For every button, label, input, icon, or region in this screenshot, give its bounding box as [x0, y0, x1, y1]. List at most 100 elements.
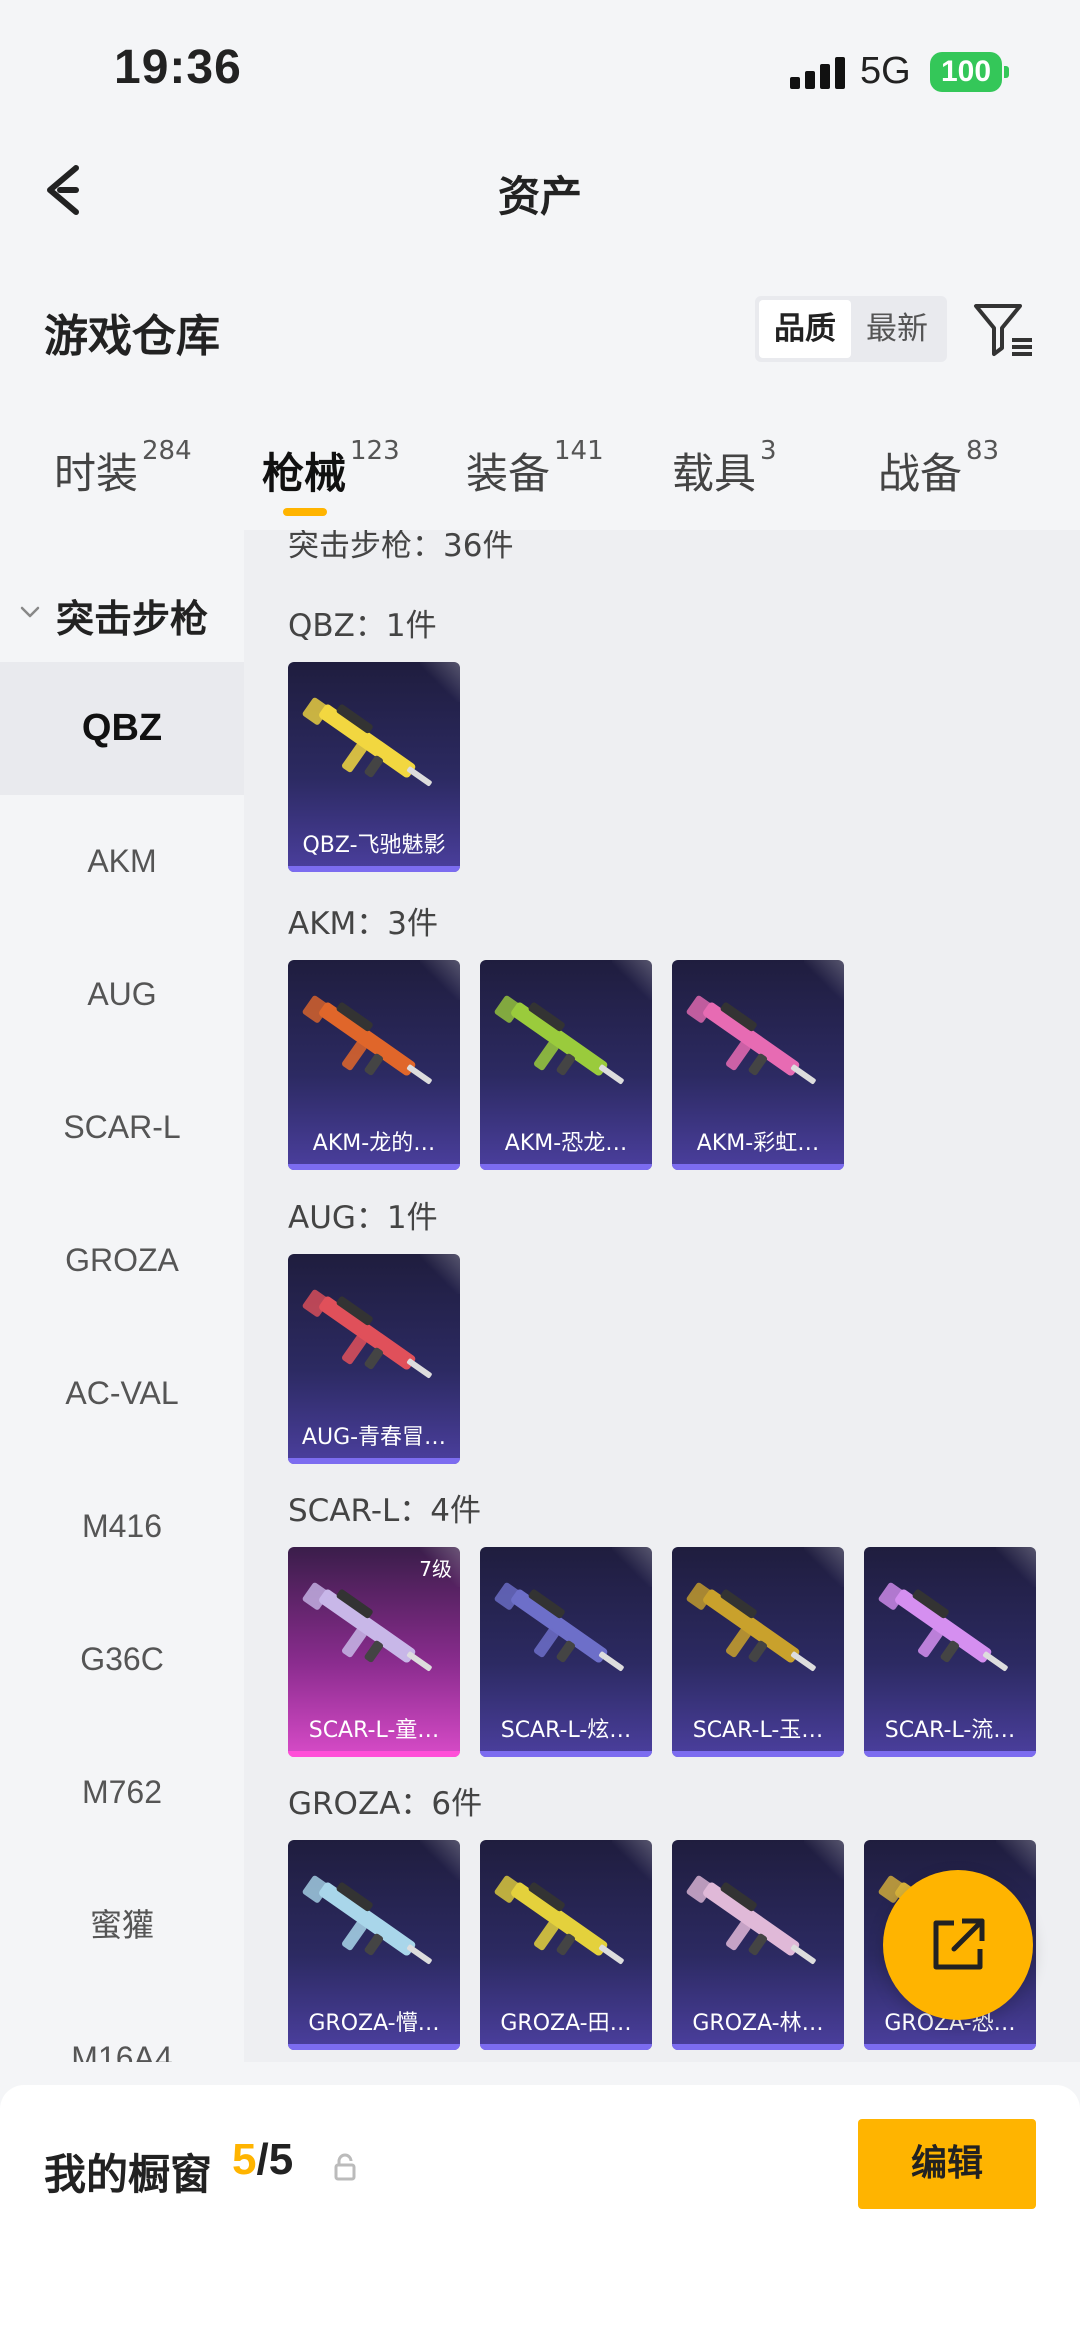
rarity-bar: [288, 1751, 460, 1757]
tab-count: 3: [760, 436, 777, 466]
tab-count: 83: [966, 436, 1000, 466]
sidebar-item-honey-badger[interactable]: 蜜獾: [0, 1859, 244, 1992]
edit-button[interactable]: 编辑: [858, 2119, 1036, 2209]
sort-quality[interactable]: 品质: [759, 300, 851, 358]
gun-icon: [494, 1875, 624, 1965]
weapon-card[interactable]: GROZA-懵…: [288, 1840, 460, 2050]
sidebar-item-groza[interactable]: GROZA: [0, 1194, 244, 1327]
gun-icon: [686, 1875, 816, 1965]
gun-icon: [302, 1582, 432, 1672]
showcase-total: /5: [256, 2135, 294, 2184]
gun-icon: [494, 995, 624, 1085]
weapon-card[interactable]: SCAR-L-炫…: [480, 1547, 652, 1757]
gun-icon: [494, 1582, 624, 1672]
signal-icon: [790, 57, 846, 89]
share-button[interactable]: [883, 1870, 1033, 2020]
weapon-card[interactable]: GROZA-田…: [480, 1840, 652, 2050]
sidebar-item-scar-l[interactable]: SCAR-L: [0, 1061, 244, 1194]
tab-label: 载具: [672, 449, 757, 498]
weapon-card[interactable]: QBZ-飞驰魅影: [288, 662, 460, 872]
rarity-bar: [864, 1751, 1036, 1757]
lock-icon: [334, 2153, 356, 2181]
sidebar-group-assault-rifles[interactable]: 突击步枪: [0, 570, 244, 670]
sidebar-group-label: 突击步枪: [56, 597, 209, 641]
weapon-card[interactable]: AUG-青春冒…: [288, 1254, 460, 1464]
weapon-sidebar: 突击步枪 QBZ AKM AUG SCAR-L GROZA AC-VAL M41…: [0, 530, 244, 2062]
gun-icon: [686, 1582, 816, 1672]
tab-count: 123: [350, 436, 400, 466]
battery-icon: 100: [930, 52, 1002, 92]
sidebar-item-akm[interactable]: AKM: [0, 795, 244, 928]
tab-supplies[interactable]: 战备 83: [878, 436, 999, 501]
rarity-bar: [672, 2044, 844, 2050]
showcase-count: 5/5: [232, 2135, 293, 2185]
weapon-name: AKM-恐龙…: [504, 1131, 628, 1156]
tab-label: 战备: [878, 449, 963, 498]
weapon-card[interactable]: AKM-龙的…: [288, 960, 460, 1170]
weapon-card[interactable]: AKM-彩虹…: [672, 960, 844, 1170]
weapon-content: 突击步枪：36件 QBZ：1件 QBZ-飞驰魅影 AKM：3件 AKM-龙的… AKM-…: [244, 530, 1080, 2062]
tab-label: 时装: [54, 449, 139, 498]
weapon-name: QBZ-飞驰魅影: [302, 833, 446, 858]
tab-fashion[interactable]: 时装 284: [54, 436, 192, 501]
active-tab-indicator: [283, 508, 327, 516]
battery-tip: [1004, 66, 1009, 78]
weapon-name: AKM-龙的…: [312, 1131, 436, 1156]
rarity-bar: [480, 1751, 652, 1757]
rarity-bar: [672, 1751, 844, 1757]
weapon-name: AUG-青春冒…: [301, 1425, 447, 1450]
weapon-name: AKM-彩虹…: [696, 1131, 820, 1156]
showcase-current: 5: [232, 2135, 257, 2184]
gun-icon: [302, 697, 432, 787]
weapon-card[interactable]: SCAR-L-流…: [864, 1547, 1036, 1757]
filter-button[interactable]: [970, 296, 1036, 362]
rarity-bar: [480, 2044, 652, 2050]
sidebar-item-m762[interactable]: M762: [0, 1726, 244, 1859]
section-label: AUG：1件: [288, 1200, 438, 1236]
weapon-card[interactable]: 7级 SCAR-L-童…: [288, 1547, 460, 1757]
section-label: SCAR-L：4件: [288, 1493, 481, 1529]
chevron-down-icon: [20, 606, 40, 618]
rarity-bar: [288, 1458, 460, 1464]
status-time: 19:36: [114, 41, 242, 94]
rarity-bar: [288, 866, 460, 872]
tab-vehicles[interactable]: 载具 3: [672, 436, 777, 501]
sidebar-item-m416[interactable]: M416: [0, 1460, 244, 1593]
tab-guns[interactable]: 枪械 123: [262, 436, 400, 501]
sidebar-item-qbz[interactable]: QBZ: [0, 662, 244, 795]
gun-icon: [878, 1582, 1008, 1672]
network-type: 5G: [860, 50, 911, 92]
sort-toggle[interactable]: 品质 最新: [755, 296, 947, 362]
gun-icon: [302, 1875, 432, 1965]
weapon-name: SCAR-L-玉…: [692, 1718, 824, 1743]
tab-equipment[interactable]: 装备 141: [466, 436, 604, 501]
sidebar-item-aug[interactable]: AUG: [0, 928, 244, 1061]
gun-icon: [302, 995, 432, 1085]
weapon-name: SCAR-L-炫…: [500, 1718, 632, 1743]
sidebar-item-g36c[interactable]: G36C: [0, 1593, 244, 1726]
weapon-name: SCAR-L-流…: [884, 1718, 1016, 1743]
category-tabs: 时装 284 枪械 123 装备 141 载具 3 战备 83: [0, 430, 1080, 530]
gun-icon: [302, 1289, 432, 1379]
section-label: AKM：3件: [288, 906, 439, 942]
sidebar-item-m16a4[interactable]: M16A4: [0, 1992, 244, 2062]
sidebar-item-ac-val[interactable]: AC-VAL: [0, 1327, 244, 1460]
gun-icon: [686, 995, 816, 1085]
section-label: QBZ：1件: [288, 608, 437, 644]
weapon-card[interactable]: AKM-恐龙…: [480, 960, 652, 1170]
page-title: 资产: [497, 172, 582, 221]
total-count-label: 突击步枪：36件: [288, 530, 514, 564]
sort-newest[interactable]: 最新: [851, 300, 943, 358]
tab-count: 284: [142, 436, 192, 466]
weapon-name: GROZA-田…: [500, 2011, 632, 2036]
tab-label: 枪械: [262, 449, 347, 498]
rarity-bar: [288, 1164, 460, 1170]
rarity-bar: [480, 1164, 652, 1170]
level-badge: 7级: [419, 1557, 452, 1581]
rarity-bar: [864, 2044, 1036, 2050]
filter-icon: [974, 304, 1032, 356]
weapon-card[interactable]: SCAR-L-玉…: [672, 1547, 844, 1757]
weapon-card[interactable]: GROZA-林…: [672, 1840, 844, 2050]
weapon-name: SCAR-L-童…: [308, 1718, 440, 1743]
weapon-name: GROZA-林…: [692, 2011, 824, 2036]
